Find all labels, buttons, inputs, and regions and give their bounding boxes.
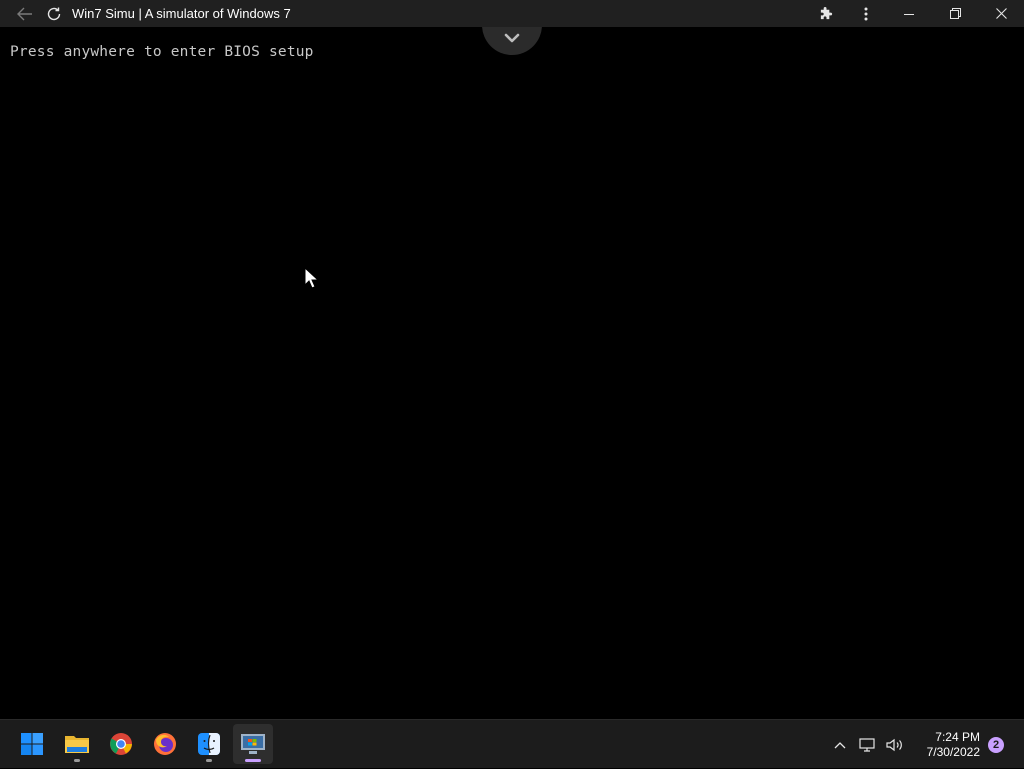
pulldown-handle[interactable] [482,27,542,55]
minimize-button[interactable] [886,0,932,27]
clock[interactable]: 7:24 PM 7/30/2022 [910,730,980,760]
refresh-icon [47,7,61,20]
network-icon [859,737,875,752]
taskbar: 7:24 PM 7/30/2022 2 [0,719,1024,768]
running-indicator [206,759,212,762]
bios-screen[interactable]: Press anywhere to enter BIOS setup [0,27,1024,719]
restore-button[interactable] [932,0,978,27]
notification-badge[interactable]: 2 [988,736,1004,753]
arrow-left-icon [17,7,32,20]
refresh-button[interactable] [44,0,64,27]
system-tray: 7:24 PM 7/30/2022 2 [826,720,1024,769]
chevron-down-icon [504,33,520,43]
show-hidden-icons-button[interactable] [826,720,854,769]
start-button[interactable] [12,724,52,764]
close-icon [995,8,1007,19]
taskbar-finder[interactable] [189,724,229,764]
running-indicator [245,759,261,762]
taskbar-file-explorer[interactable] [57,724,97,764]
window-title-bar: Win7 Simu | A simulator of Windows 7 [0,0,1024,27]
win7-simu-icon [241,734,265,754]
finder-icon [198,733,220,755]
windows-start-icon [21,733,43,755]
clock-time: 7:24 PM [935,729,980,744]
chevron-up-icon [834,741,846,748]
more-vertical-icon [864,7,868,20]
network-button[interactable] [854,720,880,769]
clock-date: 7/30/2022 [926,744,980,759]
taskbar-win7-simu[interactable] [233,724,273,764]
running-indicator [74,759,80,762]
puzzle-icon [820,6,832,20]
volume-button[interactable] [880,720,910,769]
back-button[interactable] [6,0,44,27]
bios-prompt-text: Press anywhere to enter BIOS setup [10,44,314,60]
minimize-icon [904,13,914,15]
close-button[interactable] [978,0,1024,27]
more-button[interactable] [846,0,886,27]
restore-icon [949,8,961,19]
chrome-icon [110,733,132,755]
taskbar-firefox[interactable] [145,724,185,764]
mouse-cursor-icon [304,267,318,289]
window-title: Win7 Simu | A simulator of Windows 7 [72,6,291,21]
firefox-icon [154,733,176,755]
folder-icon [65,736,89,753]
taskbar-chrome[interactable] [101,724,141,764]
extensions-button[interactable] [806,0,846,27]
speaker-icon [886,738,902,751]
